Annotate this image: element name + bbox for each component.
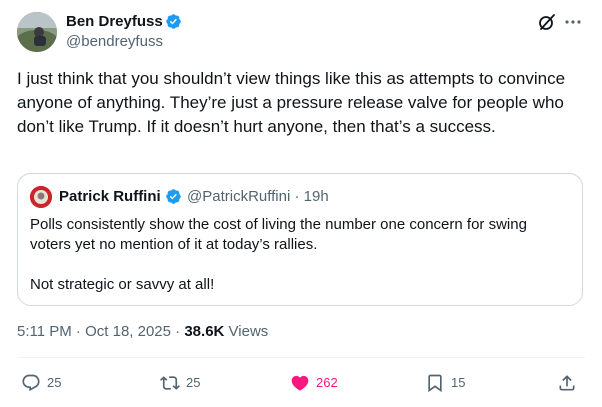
quoted-text: Polls consistently show the cost of livi… bbox=[30, 216, 527, 293]
quoted-verified-badge-icon bbox=[166, 189, 181, 204]
author-handle[interactable]: @bendreyfuss bbox=[66, 32, 163, 51]
quoted-time[interactable]: 19h bbox=[304, 188, 329, 205]
quoted-handle[interactable]: @PatrickRuffini bbox=[187, 188, 290, 205]
bookmark-count: 15 bbox=[451, 375, 466, 390]
meta-separator: · bbox=[171, 323, 185, 340]
repost-icon bbox=[160, 376, 180, 390]
author-avatar[interactable] bbox=[17, 12, 57, 52]
reply-count: 25 bbox=[47, 375, 62, 390]
bookmark-button[interactable]: 15 bbox=[425, 370, 465, 396]
repost-count: 25 bbox=[186, 375, 201, 390]
verified-badge-icon bbox=[166, 14, 181, 29]
author-name[interactable]: Ben Dreyfuss bbox=[66, 12, 163, 31]
more-icon[interactable] bbox=[563, 12, 583, 32]
tweet-text: I just think that you shouldn’t view thi… bbox=[17, 69, 566, 136]
bookmark-icon bbox=[428, 374, 442, 393]
like-button[interactable]: 262 bbox=[290, 370, 338, 396]
tweet-meta: 5:11 PM · Oct 18, 2025 · 38.6K Views bbox=[17, 322, 268, 342]
grok-icon[interactable] bbox=[537, 12, 557, 32]
tweet: Ben Dreyfuss @bendreyfuss I just think t… bbox=[0, 0, 602, 407]
quoted-separator: · bbox=[290, 188, 304, 205]
reply-button[interactable]: 25 bbox=[21, 370, 61, 396]
tweet-time[interactable]: 5:11 PM bbox=[17, 323, 72, 340]
quoted-tweet[interactable]: Patrick Ruffini @PatrickRuffini · 19h Po… bbox=[17, 173, 583, 306]
share-button[interactable] bbox=[557, 370, 577, 396]
quoted-author-avatar[interactable] bbox=[30, 186, 52, 208]
quoted-author-name[interactable]: Patrick Ruffini bbox=[59, 187, 161, 206]
views-label: Views bbox=[224, 323, 269, 340]
repost-button[interactable]: 25 bbox=[160, 370, 200, 396]
action-bar: 25 25 262 15 bbox=[0, 370, 602, 396]
share-icon bbox=[559, 375, 575, 391]
reply-icon bbox=[22, 374, 40, 392]
tweet-date[interactable]: Oct 18, 2025 bbox=[85, 323, 171, 340]
meta-separator: · bbox=[71, 323, 86, 340]
divider bbox=[17, 357, 585, 358]
views-count: 38.6K bbox=[184, 323, 225, 340]
quoted-meta: @PatrickRuffini · 19h bbox=[187, 187, 329, 206]
like-count: 262 bbox=[316, 375, 338, 390]
like-icon bbox=[291, 375, 309, 391]
